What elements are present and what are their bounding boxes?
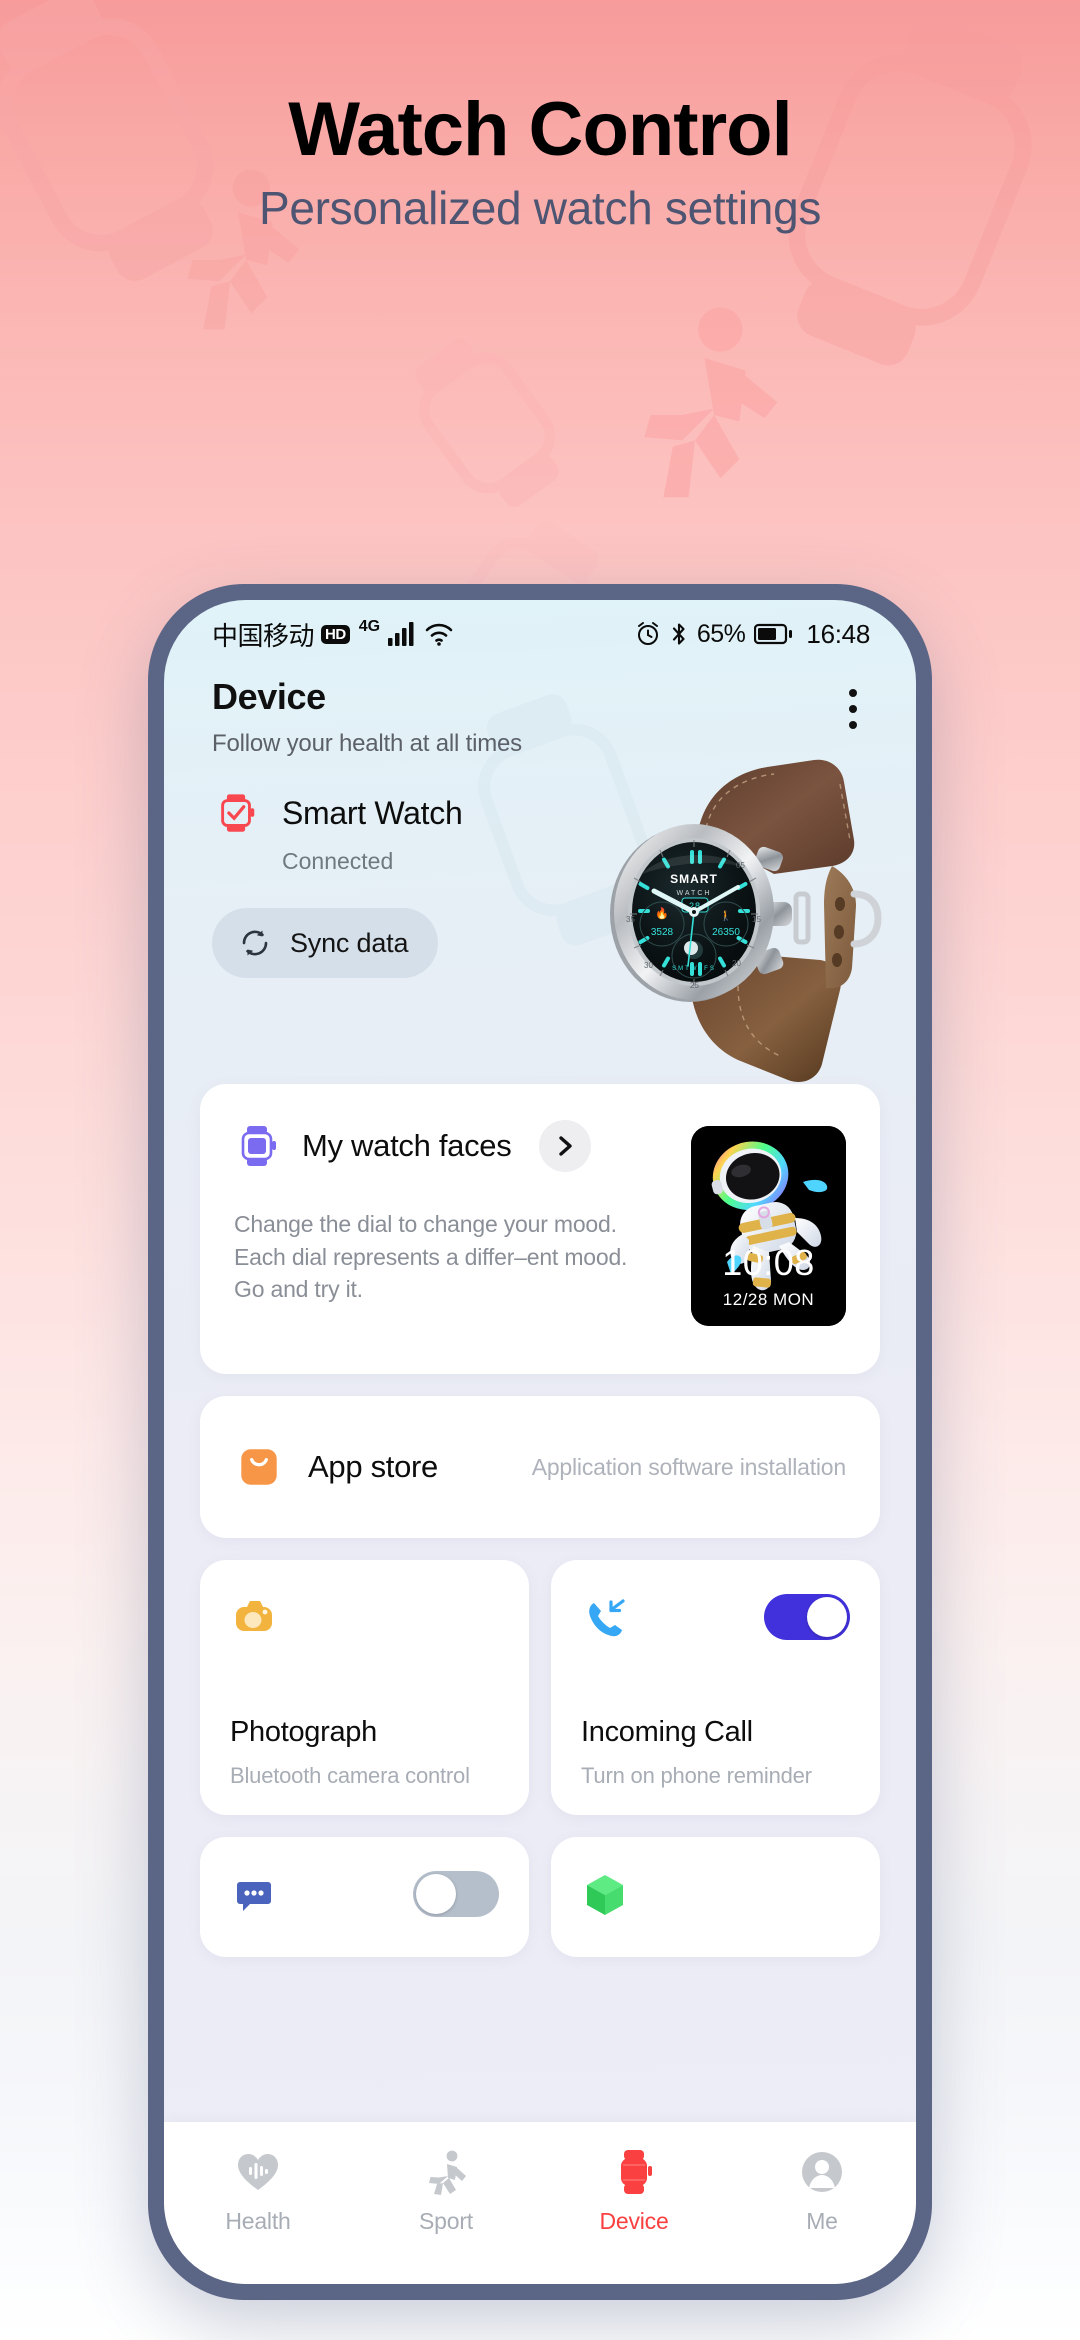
- nav-label-me: Me: [806, 2208, 838, 2234]
- photograph-subtitle: Bluetooth camera control: [230, 1763, 470, 1788]
- message-toggle[interactable]: [413, 1871, 499, 1917]
- watch-icon: [621, 2150, 652, 2194]
- incoming-call-tile[interactable]: Incoming Call Turn on phone reminder: [551, 1560, 880, 1815]
- phone-screen: 中国移动 HD 4G 65% 16:48 Device Follow your …: [164, 600, 916, 2284]
- device-info: Smart Watch Connected: [214, 790, 463, 875]
- status-clock: 16:48: [806, 618, 870, 649]
- connected-device-block: Smart Watch Connected Sync data 05 15 20…: [200, 759, 882, 1083]
- running-person-icon: [429, 2150, 466, 2195]
- alarm-clock-icon: [637, 622, 658, 645]
- feature-tiles-row-1: Photograph Bluetooth camera control Inco…: [200, 1560, 880, 1815]
- app-content: Device Follow your health at all times S…: [164, 662, 916, 2122]
- phone-mockup-frame: 中国移动 HD 4G 65% 16:48 Device Follow your …: [148, 584, 932, 2300]
- sync-data-label: Sync data: [290, 927, 409, 958]
- signal-bars-icon: [388, 622, 414, 646]
- nav-item-sport[interactable]: Sport: [352, 2148, 540, 2235]
- watch-face-icon: [241, 1126, 276, 1166]
- svg-text:20: 20: [732, 959, 741, 968]
- watch-faces-title: My watch faces: [302, 1128, 512, 1163]
- svg-text:SMTWTFS: SMTWTFS: [672, 966, 716, 972]
- watch-dial-brand-sub: WATCH: [677, 890, 712, 897]
- deco-watch-outline: [415, 338, 559, 508]
- app-header: Device Follow your health at all times: [200, 662, 880, 758]
- promo-subtitle: Personalized watch settings: [258, 182, 822, 234]
- device-connection-status: Connected: [282, 848, 394, 874]
- sync-data-button[interactable]: Sync data: [212, 908, 439, 978]
- incoming-call-toggle[interactable]: [764, 1594, 850, 1640]
- more-vertical-icon[interactable]: [830, 680, 876, 738]
- status-bar: 中国移动 HD 4G 65% 16:48: [164, 600, 916, 662]
- feature-tiles-row-2: [200, 1837, 880, 1957]
- chevron-right-icon[interactable]: [539, 1120, 592, 1172]
- heart-pulse-icon: [238, 2154, 278, 2190]
- carrier-name: 中国移动: [212, 620, 315, 651]
- incoming-call-subtitle: Turn on phone reminder: [581, 1763, 812, 1788]
- watch-dial-brand: SMART: [670, 872, 718, 886]
- watch-subdial-left-value: 3528: [651, 927, 674, 938]
- user-avatar-icon: [802, 2152, 842, 2192]
- network-type-label: 4G: [358, 617, 381, 635]
- incoming-call-title: Incoming Call: [581, 1716, 753, 1748]
- battery-percent: 65%: [696, 619, 746, 648]
- header-text-group: Device Follow your health at all times: [212, 676, 830, 758]
- toggle-knob: [416, 1874, 456, 1914]
- device-name: Smart Watch: [282, 794, 463, 831]
- page-title: Device: [212, 676, 326, 717]
- hd-badge: HD: [321, 624, 350, 644]
- incoming-call-icon: [589, 1599, 625, 1637]
- toggle-knob: [807, 1597, 847, 1637]
- photograph-tile[interactable]: Photograph Bluetooth camera control: [200, 1560, 529, 1815]
- camera-icon: [236, 1601, 272, 1631]
- svg-text:30: 30: [644, 961, 653, 970]
- status-bar-right: 65% 16:48: [635, 619, 870, 650]
- app-store-row[interactable]: App store Application software installat…: [200, 1396, 880, 1538]
- bluetooth-icon: [672, 623, 685, 645]
- watch-subdial-right-value: 26350: [712, 927, 740, 938]
- sync-refresh-icon: [242, 930, 268, 956]
- nav-label-device: Device: [599, 2208, 669, 2234]
- watch-face-date: 12/28 MON: [722, 1290, 815, 1309]
- svg-text:🚶: 🚶: [720, 909, 732, 922]
- shopping-bag-icon: [241, 1449, 277, 1485]
- green-cube-icon: [587, 1875, 623, 1915]
- nav-label-sport: Sport: [419, 2208, 473, 2234]
- promo-title: Watch Control: [288, 87, 792, 172]
- svg-text:15: 15: [752, 915, 761, 924]
- app-store-title: App store: [308, 1449, 438, 1484]
- message-bubble-icon: [237, 1882, 271, 1911]
- status-bar-left: 中国移动 HD 4G: [212, 616, 454, 653]
- message-tile[interactable]: [200, 1837, 529, 1957]
- nav-label-health: Health: [225, 2208, 291, 2234]
- nav-item-me[interactable]: Me: [728, 2148, 916, 2235]
- smart-watch-product-photo: 05 15 20 25 30 35 SMART WATCH 28 3528 26…: [610, 759, 882, 1083]
- my-watch-faces-card[interactable]: My watch faces Change the dial to change…: [200, 1084, 880, 1374]
- watch-faces-description: Change the dial to change your mood. Eac…: [234, 1211, 628, 1303]
- battery-icon: [754, 623, 793, 645]
- deco-runner-icon: [644, 307, 778, 498]
- cube-app-tile[interactable]: [551, 1837, 880, 1957]
- watch-face-preview-astronaut[interactable]: 10:08 12/28 MON: [691, 1126, 846, 1326]
- app-store-subtitle: Application software installation: [531, 1453, 847, 1480]
- nav-item-health[interactable]: Health: [164, 2148, 352, 2235]
- wifi-icon: [425, 623, 453, 646]
- watch-face-time: 10:08: [722, 1242, 815, 1283]
- bottom-navigation-bar: Health Sport Device Me: [164, 2122, 916, 2284]
- nav-item-device[interactable]: Device: [540, 2148, 728, 2235]
- photograph-title: Photograph: [230, 1716, 377, 1748]
- svg-text:🔥: 🔥: [655, 907, 669, 920]
- watch-check-icon: [221, 794, 255, 832]
- svg-text:35: 35: [626, 915, 635, 924]
- svg-text:25: 25: [690, 981, 699, 990]
